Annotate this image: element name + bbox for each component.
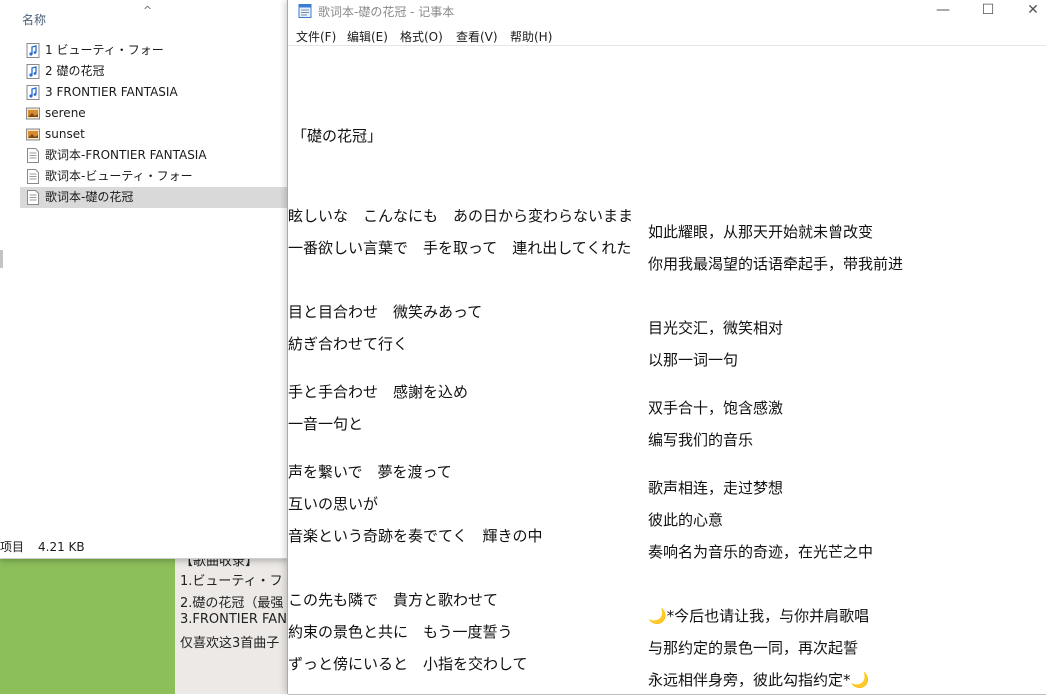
scroll-marker: [0, 250, 3, 268]
song-title: 「礎の花冠」: [292, 127, 383, 145]
lyric-cn-line: 永远相伴身旁，彼此勾指约定*🌙: [648, 671, 870, 689]
maximize-button[interactable]: ☐: [965, 0, 1011, 22]
lyric-jp-line: 音楽という奇跡を奏でてく 輝きの中: [288, 527, 543, 545]
menu-format[interactable]: 格式(O): [400, 28, 443, 45]
file-name: serene: [45, 106, 86, 120]
menu-edit[interactable]: 编辑(E): [347, 28, 388, 45]
text-file-icon: [27, 169, 39, 184]
file-name: 歌词本-FRONTIER FANTASIA: [45, 148, 207, 162]
lyric-cn-line: 目光交汇，微笑相对: [648, 319, 784, 337]
bg-doc-line: 3.FRONTIER FAN: [180, 612, 287, 627]
lyric-jp-line: 一音一句と: [288, 415, 364, 433]
desktop-background: [0, 558, 175, 694]
lyric-jp-line: 眩しいな こんなにも あの日から変わらないまま: [288, 207, 634, 225]
lyric-jp-line: 互いの思いが: [288, 495, 379, 513]
menu-bar: 文件(F) 编辑(E) 格式(O) 查看(V) 帮助(H): [288, 25, 1047, 45]
menu-help[interactable]: 帮助(H): [510, 28, 552, 45]
file-item[interactable]: 歌词本-ビューティ・フォー: [20, 166, 288, 187]
lyric-cn-line: 🌙*今后也请让我，与你并肩歌唱: [648, 607, 870, 625]
lyric-jp-line: 約束の景色と共に もう一度誓う: [288, 623, 513, 641]
close-button[interactable]: ✕: [1010, 0, 1047, 22]
audio-file-icon: [26, 64, 40, 79]
notepad-window: 歌词本-礎の花冠 - 记事本 — ☐ ✕ 文件(F) 编辑(E) 格式(O) 查…: [287, 0, 1047, 695]
lyric-cn-line: 编写我们的音乐: [648, 431, 754, 449]
lyric-cn-line: 歌声相连，走过梦想: [648, 479, 784, 497]
status-bar: 项目 4.21 KB: [0, 538, 99, 555]
audio-file-icon: [26, 43, 40, 58]
text-editor[interactable]: 「礎の花冠」 眩しいな こんなにも あの日から変わらないまま 一番欲しい言葉で …: [288, 45, 1046, 695]
lyric-cn-line: 奏响名为音乐的奇迹，在光芒之中: [648, 543, 874, 561]
lyric-jp-line: 声を繋いで 夢を渡って: [288, 463, 452, 481]
lyric-jp-line: 一番欲しい言葉で 手を取って 連れ出してくれた: [288, 239, 632, 257]
lyric-jp-line: 目と目合わせ 微笑みあって: [288, 303, 483, 321]
file-name: 歌词本-ビューティ・フォー: [45, 169, 193, 183]
column-header-name[interactable]: 名称: [22, 11, 46, 28]
file-item[interactable]: serene: [20, 103, 288, 124]
minimize-button[interactable]: —: [920, 0, 966, 22]
file-name: 3 FRONTIER FANTASIA: [45, 85, 178, 99]
image-file-icon: [26, 128, 40, 141]
notepad-icon: [298, 4, 312, 18]
sort-ascending-icon: ^: [143, 4, 153, 17]
lyric-cn-line: 如此耀眼，从那天开始就未曾改变: [648, 223, 874, 241]
file-item-selected[interactable]: 歌词本-礎の花冠: [20, 187, 288, 208]
file-item[interactable]: 1 ビューティ・フォー: [20, 40, 288, 61]
lyric-jp-line: ずっと傍にいると 小指を交わして: [288, 655, 528, 673]
audio-file-icon: [26, 85, 40, 100]
lyric-cn-line: 双手合十，饱含感激: [648, 399, 784, 417]
bg-doc-line: 1.ビューティ・フ: [180, 574, 283, 589]
bg-doc-line: 2.礎の花冠（最强: [180, 596, 284, 611]
image-file-icon: [26, 107, 40, 120]
bg-doc-line: 仅喜欢这3首曲子: [180, 636, 280, 651]
lyric-cn-line: 以那一词一句: [648, 351, 739, 369]
lyric-jp-line: この先も隣で 貴方と歌わせて: [288, 591, 499, 609]
file-list: 1 ビューティ・フォー 2 礎の花冠 3 FRONTIER FANTASIA s…: [20, 40, 288, 208]
lyric-jp-line: 手と手合わせ 感謝を込め: [288, 383, 469, 401]
file-item[interactable]: sunset: [20, 124, 288, 145]
file-explorer-window: 名称 ^ 1 ビューティ・フォー 2 礎の花冠 3 FRONTIER FANTA…: [0, 0, 289, 559]
lyric-cn-line: 与那约定的景色一同，再次起誓: [648, 639, 859, 657]
menu-view[interactable]: 查看(V): [456, 28, 498, 45]
window-title: 歌词本-礎の花冠 - 记事本: [318, 5, 455, 19]
status-selection: 项目: [0, 540, 25, 554]
file-item[interactable]: 歌词本-FRONTIER FANTASIA: [20, 145, 288, 166]
text-file-icon: [27, 190, 39, 205]
file-name: 歌词本-礎の花冠: [45, 190, 134, 204]
status-size: 4.21 KB: [38, 540, 85, 554]
menu-file[interactable]: 文件(F): [296, 28, 336, 45]
title-bar[interactable]: 歌词本-礎の花冠 - 记事本 — ☐ ✕: [288, 0, 1047, 22]
lyric-jp-line: 紡ぎ合わせて行く: [288, 335, 409, 353]
file-item[interactable]: 3 FRONTIER FANTASIA: [20, 82, 288, 103]
file-name: 2 礎の花冠: [45, 64, 105, 78]
text-file-icon: [27, 148, 39, 163]
bg-doc-line: 【歌曲收录】: [180, 558, 259, 569]
file-item[interactable]: 2 礎の花冠: [20, 61, 288, 82]
file-name: sunset: [45, 127, 85, 141]
file-name: 1 ビューティ・フォー: [45, 43, 164, 57]
lyric-cn-line: 彼此的心意: [648, 511, 724, 529]
lyric-cn-line: 你用我最渴望的话语牵起手，带我前进: [648, 255, 904, 273]
